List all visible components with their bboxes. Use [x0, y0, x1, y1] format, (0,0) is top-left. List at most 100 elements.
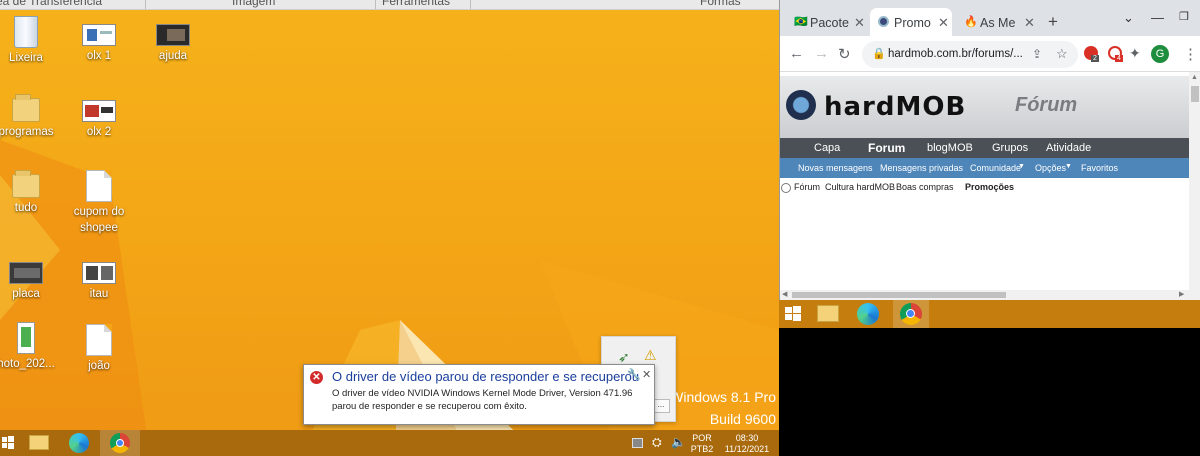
nav-capa[interactable]: Capa: [814, 142, 840, 154]
desktop-icon-olx-1[interactable]: olx 1: [61, 16, 137, 64]
scrollbar-thumb[interactable]: [1191, 86, 1199, 102]
desktop-icon-ajuda[interactable]: ajuda: [135, 16, 211, 64]
extension-badge: 4: [1115, 55, 1123, 62]
notification-balloon[interactable]: ✕ O driver de vídeo parou de responder e…: [303, 364, 655, 425]
horizontal-scrollbar[interactable]: ◀ ▶: [780, 290, 1189, 300]
warning-icon[interactable]: ⚠: [644, 347, 657, 364]
profile-avatar[interactable]: G: [1151, 45, 1169, 63]
clock[interactable]: 08:30 11/12/2021: [718, 433, 776, 455]
scrollbar-thumb[interactable]: [792, 292, 1006, 298]
desktop-icon-label: Lixeira: [9, 52, 43, 64]
tab-promo[interactable]: Promo ✕: [870, 8, 952, 36]
new-tab-button[interactable]: +: [1048, 12, 1058, 32]
desktop-icon-programas[interactable]: programas: [0, 92, 64, 140]
restore-button[interactable]: ❐: [1179, 10, 1189, 23]
desktop-icon-joao[interactable]: joão: [61, 324, 137, 374]
scroll-up-icon[interactable]: ▲: [1191, 74, 1198, 81]
scroll-left-icon[interactable]: ◀: [782, 290, 787, 298]
language-indicator[interactable]: POR PTB2: [688, 433, 716, 455]
subnav-novas-mensagens[interactable]: Novas mensagens: [798, 163, 873, 173]
subnav-comunidade[interactable]: Comunidade: [970, 163, 1021, 173]
clock-time: 08:30: [735, 433, 759, 443]
document-icon: [86, 324, 112, 356]
nav-grupos[interactable]: Grupos: [992, 142, 1028, 154]
desktop-icon-label: olx 1: [86, 50, 112, 62]
chevron-down-icon: ▼: [1018, 163, 1025, 170]
desktop-icon-itau[interactable]: itau: [61, 254, 137, 302]
watermark-edition: Windows 8.1 Pro: [670, 389, 776, 405]
minimize-button[interactable]: —: [1151, 10, 1164, 25]
black-area: [779, 328, 1200, 456]
reload-icon[interactable]: ↻: [838, 45, 851, 63]
background-window-ribbon: ea de Transferência Imagem Ferramentas F…: [0, 0, 779, 10]
extension-icon[interactable]: 4: [1108, 46, 1123, 62]
close-tab-icon[interactable]: ✕: [1024, 15, 1035, 31]
desktop-icon-olx-2[interactable]: olx 2: [61, 92, 137, 140]
address-bar[interactable]: 🔒 hardmob.com.br/forums/... ⇪ ☆: [862, 41, 1078, 68]
settings-wrench-icon[interactable]: 🔧: [627, 368, 641, 381]
desktop-icon-recycle-bin[interactable]: Lixeira: [0, 16, 64, 66]
tab-label: As Me: [980, 16, 1016, 30]
scroll-right-icon[interactable]: ▶: [1179, 290, 1184, 298]
taskbar-edge[interactable]: [60, 430, 100, 456]
windows-logo-icon[interactable]: [785, 306, 801, 322]
taskbar-chrome-active[interactable]: [893, 300, 929, 328]
back-arrow-icon[interactable]: ←: [789, 45, 804, 62]
logo-subtitle: Fórum: [1015, 94, 1078, 116]
desktop-icon-placa[interactable]: placa: [0, 254, 64, 302]
document-icon: [86, 170, 112, 202]
edge-icon[interactable]: [857, 303, 879, 325]
subnav-favoritos[interactable]: Favoritos: [1081, 163, 1118, 173]
desktop-icon-label: programas: [0, 126, 54, 138]
breadcrumb-cultura-hardmob[interactable]: Cultura hardMOB: [825, 182, 895, 192]
nav-blogmob[interactable]: blogMOB: [927, 142, 973, 154]
subnav-opcoes[interactable]: Opções: [1035, 163, 1066, 173]
nav-forum[interactable]: Forum: [868, 141, 905, 155]
extension-icon[interactable]: 2: [1084, 46, 1099, 62]
vertical-scrollbar[interactable]: ▲: [1189, 72, 1200, 300]
folder-icon: [12, 170, 40, 198]
chrome-icon: [900, 303, 922, 325]
error-icon: ✕: [310, 371, 323, 384]
puzzle-extensions-icon[interactable]: ✦: [1129, 45, 1141, 62]
desktop-icon-photo[interactable]: hoto_202...: [0, 322, 64, 372]
clock-date: 11/12/2021: [724, 444, 770, 454]
action-center-icon[interactable]: [632, 438, 643, 448]
page-content: hardMOB Fórum Capa Forum blogMOB Grupos …: [780, 72, 1189, 290]
close-tab-icon[interactable]: ✕: [854, 15, 865, 31]
breadcrumb-boas-compras[interactable]: Boas compras: [896, 182, 954, 192]
tab-pacote[interactable]: 🇧🇷 Pacote ✕: [786, 8, 868, 36]
site-logo[interactable]: hardMOB: [824, 92, 966, 122]
subnav-mensagens-privadas[interactable]: Mensagens privadas: [880, 163, 963, 173]
desktop-icon-label: joão: [88, 360, 110, 372]
extension-badge: 2: [1091, 55, 1099, 62]
taskbar-file-explorer[interactable]: [20, 430, 60, 456]
nav-atividade[interactable]: Atividade: [1046, 142, 1091, 154]
desktop-icon-label: cupom do shopee: [73, 206, 125, 234]
desktop-icon-tudo[interactable]: tudo: [0, 168, 64, 216]
breadcrumb-forum[interactable]: Fórum: [794, 182, 820, 192]
notification-message: O driver de vídeo NVIDIA Windows Kernel …: [332, 388, 633, 412]
hardmob-icon: [878, 16, 889, 27]
bookmark-star-icon[interactable]: ☆: [1056, 46, 1068, 62]
forward-arrow-icon[interactable]: →: [814, 45, 829, 62]
close-tab-icon[interactable]: ✕: [938, 15, 949, 31]
menu-kebab-icon[interactable]: ⋮: [1183, 45, 1198, 63]
image-file-icon: [82, 24, 116, 46]
recycle-bin-icon: [14, 16, 38, 48]
tab-strip: 🇧🇷 Pacote ✕ Promo ✕ 🔥 As Me ✕ + ⌄ — ❐: [780, 0, 1200, 36]
chevron-down-icon[interactable]: ⌄: [1123, 10, 1134, 26]
home-icon[interactable]: [781, 183, 791, 193]
desktop-icon-cupom-do-shopee[interactable]: cupom do shopee: [61, 170, 137, 236]
flag-icon: 🇧🇷: [794, 16, 808, 28]
taskbar-chrome[interactable]: [100, 430, 140, 456]
volume-icon[interactable]: 🔈: [671, 435, 686, 449]
tab-as-me[interactable]: 🔥 As Me ✕: [956, 8, 1040, 36]
folder-icon: [12, 94, 40, 122]
ribbon-group-shapes: Formas: [700, 0, 741, 8]
network-icon[interactable]: ⛭: [652, 435, 662, 450]
breadcrumb-current: Promoções: [965, 182, 1015, 192]
close-icon[interactable]: ✕: [642, 368, 651, 381]
share-icon[interactable]: ⇪: [1032, 47, 1042, 61]
folder-icon[interactable]: [817, 305, 839, 322]
